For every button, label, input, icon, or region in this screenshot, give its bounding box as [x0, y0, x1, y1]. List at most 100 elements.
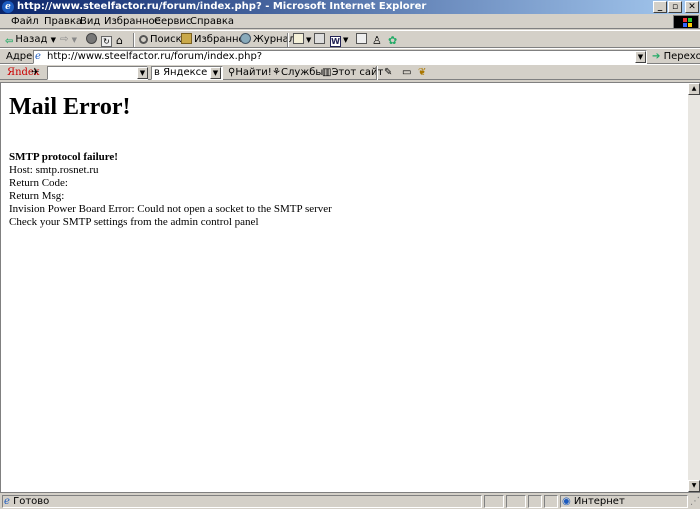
go-label: Переход: [663, 51, 700, 62]
go-button[interactable]: ➔ Переход: [652, 50, 700, 63]
chevron-up-icon: ▲: [691, 85, 697, 92]
home-button[interactable]: ⌂: [116, 33, 129, 47]
discuss-icon: [356, 33, 367, 44]
yandex-find-label: Найти!: [235, 67, 272, 78]
error-heading: Mail Error!: [9, 94, 131, 120]
go-arrow-icon: ➔: [652, 51, 661, 62]
address-input[interactable]: e http://www.steelfactor.ru/forum/index.…: [33, 50, 647, 64]
chevron-down-icon: ▼: [306, 36, 312, 44]
close-button[interactable]: ✕: [685, 1, 699, 13]
page-icon: e: [35, 51, 41, 62]
search-label: Поиск: [150, 34, 182, 45]
yandex-services-button[interactable]: ⚘Службы: [272, 66, 323, 80]
error-return-code: Return Code:: [9, 177, 68, 189]
title-bar: e http://www.steelfactor.ru/forum/index.…: [0, 0, 700, 14]
chevron-down-icon: ▼: [212, 69, 219, 77]
yandex-find-button[interactable]: ⚲Найти!: [228, 66, 272, 80]
status-main-cell: [2, 495, 482, 508]
refresh-icon: ↻: [101, 36, 112, 47]
print-icon: [314, 33, 325, 44]
yandex-tools-button[interactable]: ✈: [31, 66, 39, 80]
status-zone: ◉ Интернет: [562, 495, 625, 508]
chevron-down-icon: ▼: [343, 36, 349, 44]
home-icon: ⌂: [116, 34, 123, 47]
status-cell: [506, 495, 526, 508]
toolbar-separator: [376, 66, 378, 80]
scroll-down-button[interactable]: ▼: [688, 480, 700, 492]
windows-logo-icon: [673, 15, 699, 29]
page-content: Mail Error! SMTP protocol failure! Host:…: [0, 82, 688, 492]
gear-icon: ✿: [388, 34, 398, 47]
menu-edit[interactable]: Правка: [44, 15, 82, 28]
status-label: Готово: [13, 496, 50, 507]
edit-button[interactable]: W ▼: [330, 33, 348, 47]
error-hint: Check your SMTP settings from the admin …: [9, 216, 259, 228]
messenger-button[interactable]: ♙: [372, 33, 385, 47]
mail-button[interactable]: ▼: [293, 33, 311, 47]
history-icon: [240, 33, 251, 44]
discuss-button[interactable]: [356, 33, 369, 47]
forward-button[interactable]: ⇨ ▼: [60, 33, 77, 47]
messenger-icon: ♙: [372, 34, 382, 47]
menu-tools[interactable]: Сервис: [154, 15, 191, 28]
restore-button[interactable]: ▫: [668, 1, 682, 13]
menu-help[interactable]: Справка: [190, 15, 234, 28]
address-bar: Адрес e http://www.steelfactor.ru/forum/…: [0, 48, 700, 64]
yandex-this-site-button[interactable]: ▥Этот сайт: [322, 66, 383, 80]
chevron-down-icon: ▼: [50, 36, 56, 44]
toolbar-separator: [287, 33, 289, 47]
yandex-scope-dropdown[interactable]: ▼: [210, 67, 221, 79]
chevron-down-icon: ▼: [637, 53, 644, 61]
related-button[interactable]: ✿: [388, 33, 401, 47]
menu-view[interactable]: Вид: [80, 15, 100, 28]
yandex-highlight-button[interactable]: ✎: [384, 66, 392, 80]
search-button[interactable]: Поиск: [139, 33, 182, 47]
resize-grip-icon[interactable]: ⋰: [690, 495, 700, 508]
word-icon: W: [330, 36, 341, 47]
chevron-down-icon: ▼: [691, 482, 697, 489]
print-button[interactable]: [314, 33, 327, 47]
status-page-icon: e: [4, 496, 10, 507]
yandex-search-input[interactable]: [47, 66, 148, 80]
settings-icon: ❦: [418, 67, 427, 78]
error-host: Host: smtp.rosnet.ru: [9, 164, 99, 176]
back-button[interactable]: ⇦ Назад ▼: [5, 33, 56, 47]
favorites-folder-icon: [181, 33, 192, 44]
yandex-services-label: Службы: [280, 67, 324, 78]
window-controls: _ ▫ ✕: [653, 1, 699, 13]
vertical-scrollbar[interactable]: ▲ ▼: [688, 82, 700, 492]
yandex-mail-button[interactable]: ▭: [402, 66, 411, 80]
menu-bar: Файл Правка Вид Избранное Сервис Справка: [0, 14, 700, 29]
stop-button[interactable]: [86, 33, 99, 47]
toolbar-separator: [133, 33, 135, 47]
minimize-button[interactable]: _: [653, 1, 667, 13]
menu-file[interactable]: Файл: [11, 15, 39, 28]
error-message: Invision Power Board Error: Could not op…: [9, 203, 332, 215]
standard-toolbar: ⇦ Назад ▼ ⇨ ▼ ↻ ⌂ Поиск Избранное Журнал …: [0, 30, 700, 48]
yandex-scope-value: в Яндексе: [154, 67, 208, 78]
mail-icon: [293, 33, 304, 44]
yandex-settings-button[interactable]: ❦: [418, 66, 426, 80]
menu-favorites[interactable]: Избранное: [104, 15, 161, 28]
address-dropdown-button[interactable]: ▼: [635, 51, 646, 63]
stop-icon: [86, 33, 97, 44]
address-url: http://www.steelfactor.ru/forum/index.ph…: [47, 51, 263, 62]
highlight-icon: ✎: [384, 67, 393, 78]
search-icon: [139, 35, 148, 44]
status-cell: [544, 495, 558, 508]
status-cell: [528, 495, 542, 508]
back-label: Назад: [15, 34, 48, 45]
error-title: SMTP protocol failure!: [9, 151, 118, 163]
chevron-down-icon: ▼: [71, 36, 77, 44]
status-zone-label: Интернет: [573, 496, 625, 507]
yandex-search-dropdown[interactable]: ▼: [137, 67, 148, 79]
refresh-button[interactable]: ↻: [101, 33, 114, 47]
services-icon: ⚘: [272, 67, 281, 78]
status-bar: e Готово ◉ Интернет ⋰: [0, 492, 700, 509]
chevron-down-icon: ▼: [139, 69, 146, 77]
scroll-up-button[interactable]: ▲: [688, 83, 700, 95]
error-return-msg: Return Msg:: [9, 190, 65, 202]
globe-icon: ◉: [562, 496, 571, 507]
status-text: e Готово: [4, 495, 49, 508]
forward-arrow-icon: ⇨: [60, 34, 69, 45]
